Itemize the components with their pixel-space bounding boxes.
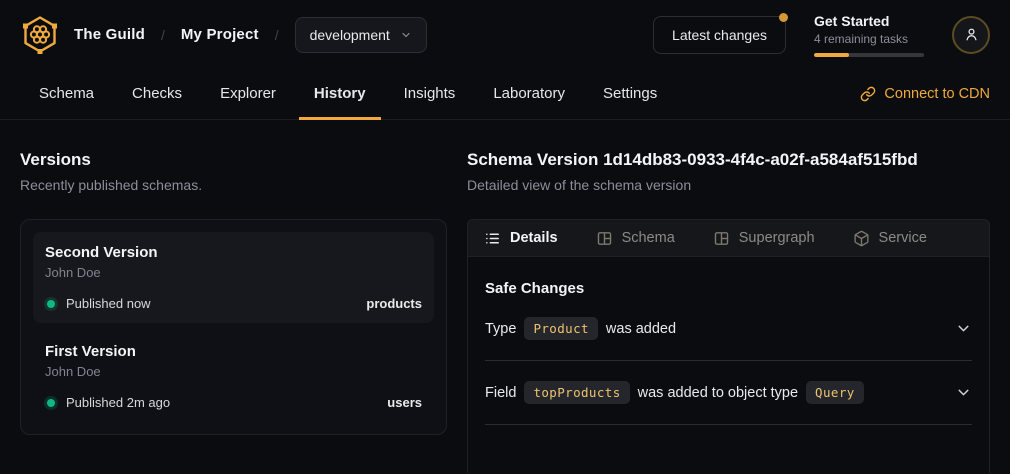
version-status-row: Published 2m ago users [45, 395, 422, 410]
version-name: Second Version [45, 244, 422, 261]
tab-explorer[interactable]: Explorer [205, 69, 291, 120]
tab-label: Schema [39, 85, 94, 102]
tab-history[interactable]: History [299, 69, 381, 120]
versions-subtitle: Recently published schemas. [20, 177, 447, 193]
change-text: was added to object type [638, 385, 798, 401]
detail-tab-label: Service [879, 230, 927, 246]
change-row-field-added[interactable]: Field topProducts was added to object ty… [485, 361, 972, 425]
breadcrumb-org[interactable]: The Guild [74, 26, 145, 43]
chevron-down-icon [400, 29, 412, 41]
tab-settings[interactable]: Settings [588, 69, 672, 120]
latest-changes-button[interactable]: Latest changes [653, 16, 786, 54]
detail-body: Safe Changes Type Product was added Fiel… [467, 257, 990, 473]
get-started-progress-track [814, 53, 924, 57]
detail-subtitle: Detailed view of the schema version [467, 177, 990, 193]
published-dot-icon [47, 399, 55, 407]
user-avatar[interactable] [952, 16, 990, 54]
detail-tab-list: Details Schema Sup [467, 219, 990, 257]
version-status: Published 2m ago [66, 395, 170, 410]
code-badge: topProducts [524, 381, 629, 404]
panels-icon [713, 230, 730, 247]
detail-tab-schema[interactable]: Schema [596, 230, 675, 247]
chevron-down-icon[interactable] [955, 384, 972, 401]
versions-title: Versions [20, 150, 447, 170]
link-icon [860, 86, 876, 102]
versions-card: Second Version John Doe Published now pr… [20, 219, 447, 435]
list-icon [484, 230, 501, 247]
versions-panel: Versions Recently published schemas. Sec… [20, 120, 447, 473]
code-badge: Query [806, 381, 864, 404]
tab-schema[interactable]: Schema [24, 69, 109, 120]
tab-insights[interactable]: Insights [389, 69, 471, 120]
tab-label: Insights [404, 85, 456, 102]
version-status-row: Published now products [45, 296, 422, 311]
version-service: users [387, 395, 422, 410]
detail-tab-service[interactable]: Service [853, 230, 927, 247]
version-detail-panel: Schema Version 1d14db83-0933-4f4c-a02f-a… [467, 120, 990, 473]
get-started-subtitle: 4 remaining tasks [814, 32, 924, 46]
notification-dot [779, 13, 788, 22]
tab-label: History [314, 85, 366, 102]
safe-changes-title: Safe Changes [485, 280, 972, 297]
version-author: John Doe [45, 265, 422, 280]
code-badge: Product [524, 317, 597, 340]
detail-title: Schema Version 1d14db83-0933-4f4c-a02f-a… [467, 150, 990, 170]
target-select[interactable]: development [295, 17, 427, 53]
published-dot-icon [47, 300, 55, 308]
version-service: products [366, 296, 422, 311]
detail-tab-details[interactable]: Details [484, 230, 558, 247]
latest-changes-label: Latest changes [672, 27, 767, 43]
version-item-second[interactable]: Second Version John Doe Published now pr… [33, 232, 434, 323]
target-select-value: development [310, 27, 390, 43]
change-row-type-added[interactable]: Type Product was added [485, 297, 972, 361]
breadcrumb-project[interactable]: My Project [181, 26, 259, 43]
tab-laboratory[interactable]: Laboratory [478, 69, 580, 120]
cube-icon [853, 230, 870, 247]
detail-tab-supergraph[interactable]: Supergraph [713, 230, 815, 247]
tab-label: Laboratory [493, 85, 565, 102]
change-text: was added [606, 321, 676, 337]
tab-label: Checks [132, 85, 182, 102]
get-started-title: Get Started [814, 13, 924, 29]
connect-cdn-link[interactable]: Connect to CDN [860, 69, 990, 119]
nav-tab-list: Schema Checks Explorer History Insights … [20, 69, 676, 119]
detail-card: Details Schema Sup [467, 219, 990, 473]
header-actions: Latest changes Get Started 4 remaining t… [653, 13, 990, 57]
detail-tab-label: Details [510, 230, 558, 246]
detail-tab-label: Supergraph [739, 230, 815, 246]
version-status: Published now [66, 296, 151, 311]
version-item-first[interactable]: First Version John Doe Published 2m ago … [33, 331, 434, 422]
main-nav: Schema Checks Explorer History Insights … [0, 69, 1010, 120]
version-author: John Doe [45, 364, 422, 379]
tab-label: Settings [603, 85, 657, 102]
guild-logo-icon[interactable] [20, 14, 60, 56]
version-name: First Version [45, 343, 422, 360]
tab-checks[interactable]: Checks [117, 69, 197, 120]
get-started-progress-fill [814, 53, 849, 57]
page-content: Versions Recently published schemas. Sec… [0, 120, 1010, 473]
connect-cdn-label: Connect to CDN [884, 86, 990, 102]
get-started-widget[interactable]: Get Started 4 remaining tasks [814, 13, 924, 57]
panels-icon [596, 230, 613, 247]
breadcrumb-separator: / [159, 27, 167, 43]
detail-tab-label: Schema [622, 230, 675, 246]
user-icon [963, 26, 980, 43]
breadcrumb-separator: / [273, 27, 281, 43]
change-text: Field [485, 385, 516, 401]
chevron-down-icon[interactable] [955, 320, 972, 337]
app-header: The Guild / My Project / development Lat… [0, 0, 1010, 69]
breadcrumb: The Guild / My Project / development [20, 14, 427, 56]
tab-label: Explorer [220, 85, 276, 102]
change-text: Type [485, 321, 516, 337]
